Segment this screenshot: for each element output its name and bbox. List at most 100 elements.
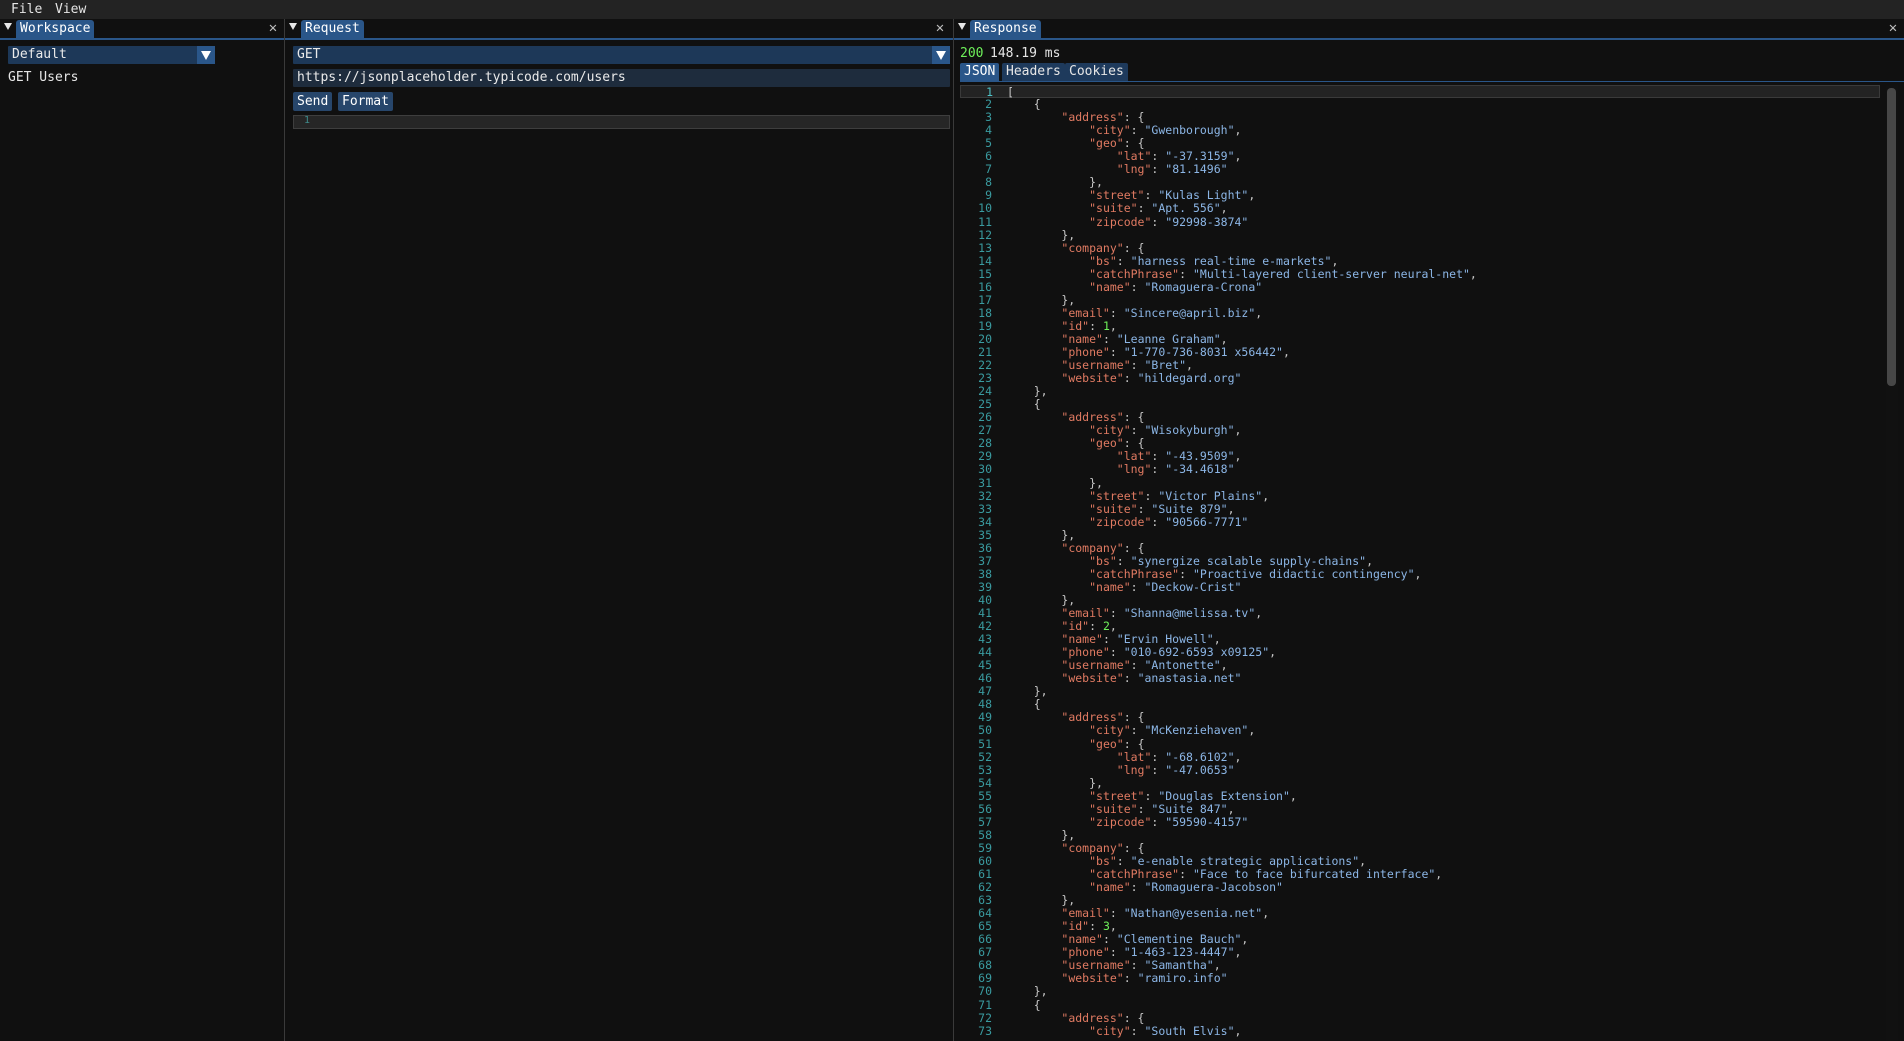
line-number: 24 [978, 384, 992, 399]
code-line: 29 "lat": "-43.9509", [960, 450, 1880, 463]
code-text: "lng": "-47.0653" [1116, 762, 1235, 777]
code-line: 73 "city": "South Elvis", [960, 1024, 1880, 1038]
line-number: 32 [978, 488, 992, 503]
code-line: 61 "catchPhrase": "Face to face bifurcat… [960, 868, 1880, 881]
code-text: "id": 1, [1061, 318, 1117, 333]
menu-view[interactable]: View [49, 1, 92, 18]
code-line: 2 { [960, 98, 1880, 111]
code-line: 35 }, [960, 528, 1880, 542]
request-tab[interactable]: Request [301, 20, 364, 38]
close-icon[interactable]: ✕ [933, 20, 947, 36]
line-number: 14 [978, 253, 992, 268]
line-number: 56 [978, 801, 992, 816]
line-number: 17 [978, 292, 992, 307]
code-text: "name": "Romaguera-Jacobson" [1089, 880, 1283, 895]
code-line: 52 "lat": "-68.6102", [960, 750, 1880, 764]
code-text: "suite": "Suite 879", [1089, 501, 1235, 516]
response-tab[interactable]: Response [970, 20, 1041, 38]
line-number: 36 [978, 540, 992, 555]
code-line: 62 "name": "Romaguera-Jacobson" [960, 881, 1880, 894]
code-line: 25 { [960, 398, 1880, 411]
code-text: { [1006, 397, 1041, 412]
workspace-select-value: Default [12, 47, 67, 62]
menu-file[interactable]: File [5, 1, 48, 18]
line-number: 53 [978, 762, 992, 777]
code-text: "suite": "Suite 847", [1089, 801, 1235, 816]
line-number: 13 [978, 240, 992, 255]
code-line: 16 "name": "Romaguera-Crona" [960, 280, 1880, 294]
code-text: "street": "Kulas Light", [1089, 188, 1256, 203]
format-button[interactable]: Format [338, 92, 393, 111]
code-text: { [1006, 97, 1041, 112]
line-number: 18 [978, 305, 992, 320]
code-line: 23 "website": "hildegard.org" [960, 372, 1880, 385]
line-number: 65 [978, 919, 992, 934]
triangle-down-icon[interactable] [4, 23, 12, 30]
code-text: }, [1006, 827, 1076, 842]
line-number: 22 [978, 358, 992, 373]
line-number: 26 [978, 410, 992, 425]
code-text: "catchPhrase": "Multi-layered client-ser… [1089, 266, 1477, 281]
line-number: 5 [985, 136, 992, 151]
code-line: 42 "id": 2, [960, 620, 1880, 633]
method-select[interactable]: GET [293, 46, 950, 64]
code-line: 43 "name": "Ervin Howell", [960, 633, 1880, 646]
code-text: "address": { [1061, 110, 1145, 125]
code-line: 70 }, [960, 985, 1880, 998]
chevron-down-icon[interactable] [197, 46, 215, 64]
tab-headers[interactable]: Headers [1002, 63, 1065, 81]
body-line-number: 1 [304, 115, 311, 126]
request-body-editor[interactable]: 1 [293, 115, 950, 129]
line-number: 8 [985, 175, 992, 190]
line-number: 62 [978, 880, 992, 895]
code-line: 66 "name": "Clementine Bauch", [960, 933, 1880, 946]
code-text: "bs": "synergize scalable supply-chains"… [1089, 553, 1373, 568]
close-icon[interactable]: ✕ [266, 20, 280, 36]
line-number: 11 [978, 214, 992, 229]
code-line: 37 "bs": "synergize scalable supply-chai… [960, 553, 1880, 568]
triangle-down-icon[interactable] [289, 23, 297, 30]
tab-cookies[interactable]: Cookies [1065, 63, 1128, 81]
line-number: 27 [978, 423, 992, 438]
send-button[interactable]: Send [293, 92, 333, 111]
code-text: "username": "Antonette", [1061, 658, 1228, 673]
code-line: 47 }, [960, 685, 1880, 698]
workspace-item-get-users[interactable]: GET Users [8, 69, 78, 87]
code-line: 67 "phone": "1-463-123-4447", [960, 946, 1880, 959]
code-text: "lng": "81.1496" [1116, 162, 1228, 177]
code-line: 49 "address": { [960, 711, 1880, 724]
code-text: }, [1006, 775, 1103, 790]
close-icon[interactable]: ✕ [1886, 20, 1900, 36]
triangle-down-icon[interactable] [958, 23, 966, 30]
code-text: "phone": "1-463-123-4447", [1061, 945, 1242, 960]
code-text: "catchPhrase": "Face to face bifurcated … [1089, 867, 1443, 881]
code-line: 5 "geo": { [960, 137, 1880, 150]
code-line: 38 "catchPhrase": "Proactive didactic co… [960, 567, 1880, 581]
code-line: 50 "city": "McKenziehaven", [960, 724, 1880, 737]
workspace-select[interactable]: Default [8, 46, 215, 64]
line-number: 4 [985, 123, 992, 138]
url-input[interactable]: https://jsonplaceholder.typicode.com/use… [293, 69, 950, 87]
chevron-down-icon[interactable] [932, 46, 950, 64]
request-panel-header: Request ✕ [285, 19, 953, 40]
scrollbar-thumb[interactable] [1887, 88, 1896, 386]
code-line: 64 "email": "Nathan@yesenia.net", [960, 907, 1880, 920]
menu-bar: File View [0, 0, 1904, 20]
code-text: { [1006, 997, 1041, 1012]
code-text: }, [1006, 893, 1076, 908]
code-line: 8 }, [960, 176, 1880, 189]
line-number: 7 [985, 162, 992, 177]
code-line: 11 "zipcode": "92998-3874" [960, 214, 1880, 229]
workspace-tab[interactable]: Workspace [16, 20, 95, 38]
code-text: "lat": "-43.9509", [1116, 449, 1242, 464]
tab-json[interactable]: JSON [960, 63, 1000, 81]
code-text: }, [1006, 227, 1076, 242]
code-line: 9 "street": "Kulas Light", [960, 189, 1880, 202]
code-line: 72 "address": { [960, 1011, 1880, 1025]
json-viewer[interactable]: 1[2 {3 "address": {4 "city": "Gwenboroug… [960, 85, 1886, 1041]
code-text: "lat": "-37.3159", [1116, 149, 1242, 164]
code-text: "phone": "010-692-6593 x09125", [1061, 645, 1277, 660]
line-number: 2 [985, 97, 992, 112]
code-text: "company": { [1061, 540, 1145, 555]
line-number: 12 [978, 227, 992, 242]
